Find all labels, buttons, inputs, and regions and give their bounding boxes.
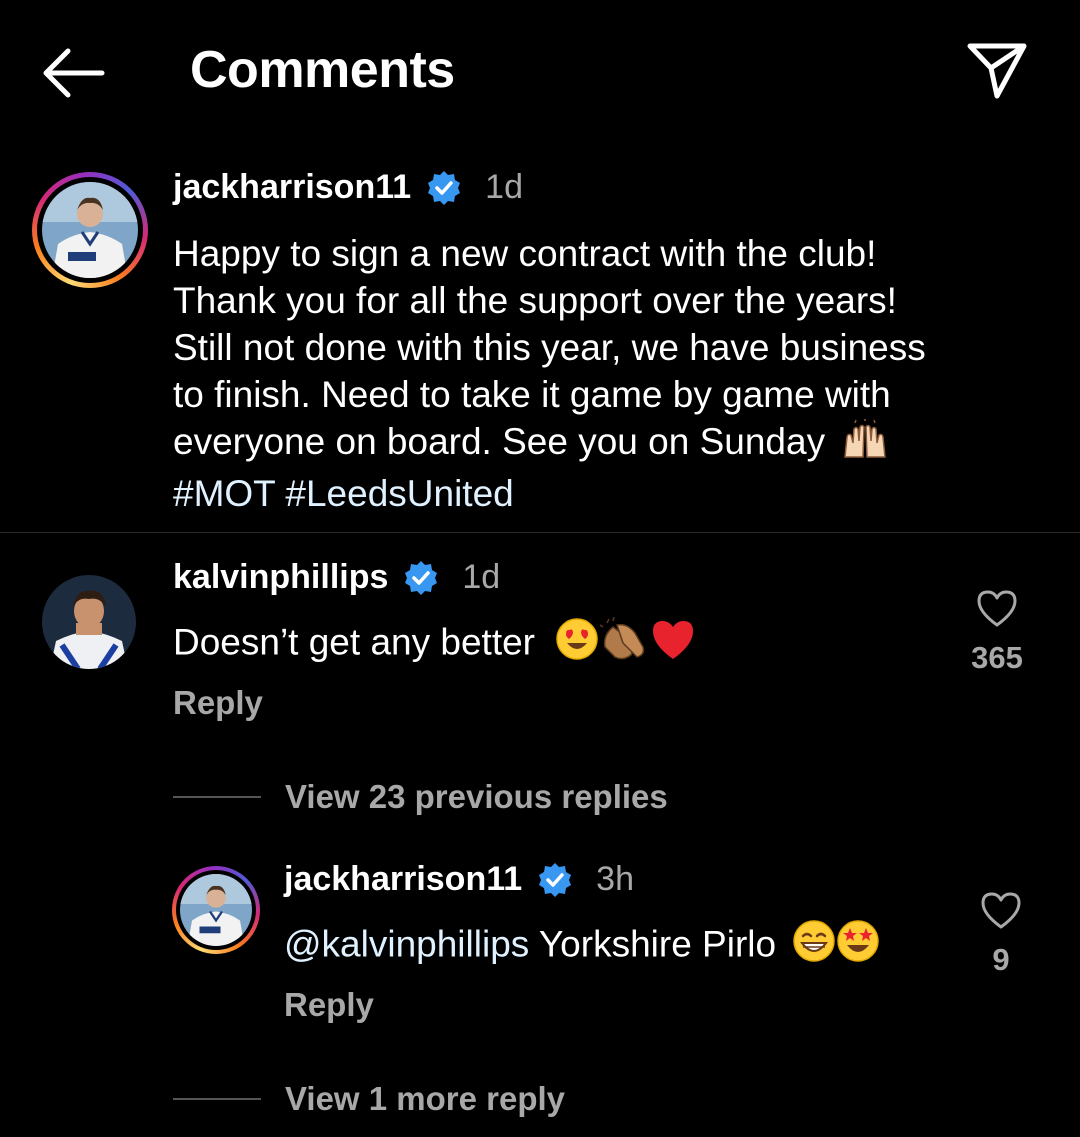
verified-badge-icon — [402, 559, 440, 597]
caption-hashtags[interactable]: #MOT #LeedsUnited — [173, 470, 1033, 517]
verified-badge-icon — [425, 169, 463, 207]
heart-eyes-emoji-icon — [555, 617, 599, 672]
caption-line: everyone on board. See you on Sunday — [173, 421, 826, 462]
view-more-replies[interactable]: View 1 more reply — [173, 1080, 565, 1118]
like-count: 9 — [992, 942, 1010, 977]
story-ring[interactable] — [172, 866, 260, 954]
page-title: Comments — [190, 41, 455, 99]
grinning-face-emoji-icon — [792, 919, 836, 974]
post-caption: jackharrison11 1d Happy to sign a new co… — [0, 160, 1080, 533]
thread-line — [173, 796, 261, 798]
caption-line: Happy to sign a new contract with the cl… — [173, 233, 877, 274]
mention-link[interactable]: @kalvinphillips — [284, 923, 529, 964]
view-previous-replies[interactable]: View 23 previous replies — [173, 778, 668, 816]
reply-username[interactable]: jackharrison11 — [284, 860, 522, 899]
like-count: 365 — [971, 640, 1023, 675]
red-heart-emoji-icon — [649, 617, 697, 672]
thread-line — [173, 1098, 261, 1100]
reply-button[interactable]: Reply — [284, 986, 374, 1024]
comment-body: Doesn’t get any better — [173, 616, 697, 672]
verified-badge-icon — [536, 861, 574, 899]
caption-line: Still not done with this year, we have b… — [173, 327, 926, 368]
top-bar: Comments — [0, 0, 1080, 140]
star-struck-emoji-icon — [836, 919, 880, 974]
comment-timestamp: 1d — [462, 558, 501, 596]
reply-timestamp: 3h — [596, 860, 634, 898]
view-replies-label: View 23 previous replies — [285, 778, 668, 815]
caption-username[interactable]: jackharrison11 — [173, 168, 411, 207]
reply-button[interactable]: Reply — [173, 684, 263, 722]
avatar — [180, 874, 252, 946]
send-icon[interactable] — [964, 38, 1030, 104]
heart-icon[interactable] — [975, 588, 1019, 628]
story-ring[interactable] — [32, 172, 148, 288]
caption-line: to finish. Need to take it game by game … — [173, 374, 891, 415]
reply-text: Yorkshire Pirlo — [529, 923, 777, 965]
reply-body: @kalvinphillips Yorkshire Pirlo — [284, 919, 880, 974]
back-arrow-icon[interactable] — [40, 45, 106, 101]
raising-hands-emoji-icon — [841, 418, 889, 470]
heart-icon[interactable] — [979, 890, 1023, 930]
caption-line-last: everyone on board. See you on Sunday — [173, 418, 1033, 470]
caption-line: Thank you for all the support over the y… — [173, 280, 897, 321]
caption-body: Happy to sign a new contract with the cl… — [173, 230, 1033, 517]
comment-username[interactable]: kalvinphillips — [173, 558, 388, 597]
comment-text: Doesn’t get any better — [173, 621, 535, 663]
divider — [0, 532, 1080, 533]
clapping-hands-emoji-icon — [599, 616, 649, 672]
avatar — [42, 182, 138, 278]
view-replies-label: View 1 more reply — [285, 1080, 566, 1117]
avatar[interactable] — [42, 575, 136, 669]
caption-timestamp: 1d — [485, 168, 523, 206]
